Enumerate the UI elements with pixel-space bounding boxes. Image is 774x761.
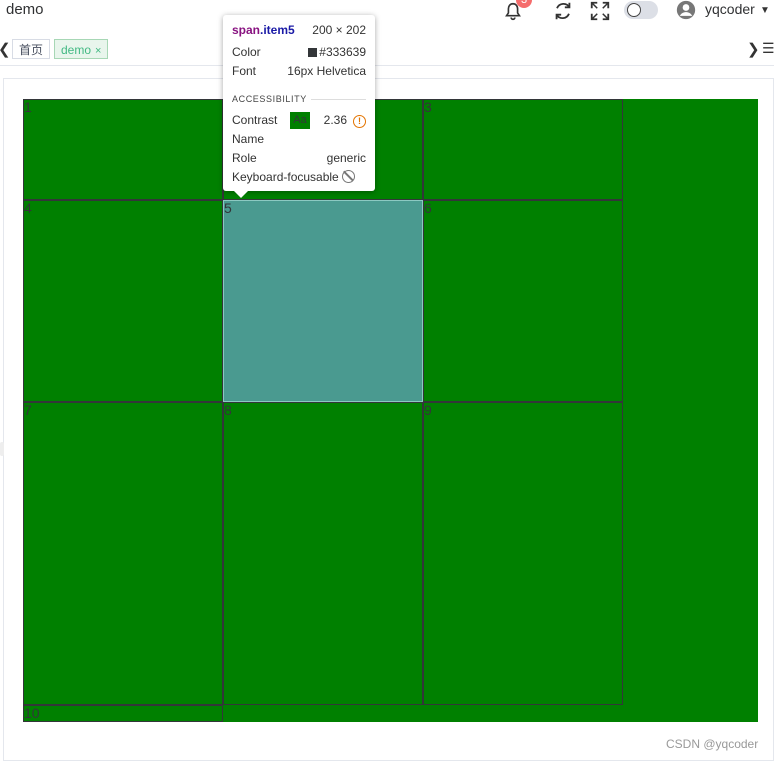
refresh-icon[interactable] [552,0,574,22]
grid-item-4: 4 [23,200,223,402]
user-avatar-icon[interactable] [676,0,696,20]
color-value: #333639 [319,45,366,59]
divider [311,99,366,100]
contrast-sample: Aa [290,112,310,129]
username[interactable]: yqcoder [705,1,755,17]
font-value: 16px Helvetica [287,64,366,78]
inspector-tooltip: span.item5 200 × 202 Color #333639 Font … [223,15,375,191]
tooltip-arrow [233,190,249,198]
role-value: generic [326,151,366,165]
not-allowed-icon [341,170,355,183]
theme-toggle-knob [627,3,641,17]
inspector-font-row: Font 16px Helvetica [232,63,366,79]
inspector-size: 200 × 202 [312,23,366,37]
tab-demo[interactable]: demo × [54,39,109,59]
grid-item-1: 1 [23,99,223,200]
grid-item-9: 9 [423,402,623,705]
inspector-color-row: Color #333639 [232,44,366,60]
menu-icon[interactable]: ☰ [762,40,774,57]
grid-item-7: 7 [23,402,223,705]
watermark: CSDN @yqcoder [666,737,759,751]
tab-demo-label: demo [61,43,92,57]
inspector-role-row: Role generic [232,150,366,166]
page-title: demo [6,1,44,18]
inspector-tag: span [232,23,261,37]
contrast-label: Contrast [232,113,278,127]
fullscreen-icon[interactable] [589,0,611,22]
top-navbar: demo 3 yqcoder ▼ [0,0,774,34]
color-label: Color [232,45,261,59]
inspector-keyboard-row: Keyboard-focusable [232,169,366,185]
scroll-right-icon[interactable]: ❯ [747,40,760,58]
accessibility-heading: ACCESSIBILITY [232,94,307,104]
drag-handle[interactable] [0,442,4,456]
inspector-name-row: Name [232,131,366,147]
font-label: Font [232,64,257,78]
chevron-down-icon[interactable]: ▼ [760,5,770,16]
contrast-value: 2.36 [323,113,347,127]
inspector-contrast-row: Contrast Aa 2.36! [232,112,366,129]
name-label: Name [232,132,265,146]
grid-item-3: 3 [423,99,623,200]
close-icon[interactable]: × [95,45,101,57]
grid-item-5: 5 [223,200,423,402]
grid-item-8: 8 [223,402,423,705]
warning-icon: ! [353,115,366,128]
grid-item-6: 6 [423,200,623,402]
role-label: Role [232,151,257,165]
keyboard-label: Keyboard-focusable [232,170,339,184]
inspector-class: .item5 [260,23,295,37]
tab-home[interactable]: 首页 [12,39,51,59]
tags-view-bar [0,35,774,66]
color-swatch-icon [308,48,318,57]
grid-item-10: 10 [23,705,223,722]
inspector-selector-row: span.item5 200 × 202 [232,22,366,38]
scroll-left-icon[interactable]: ❮ [0,40,11,58]
